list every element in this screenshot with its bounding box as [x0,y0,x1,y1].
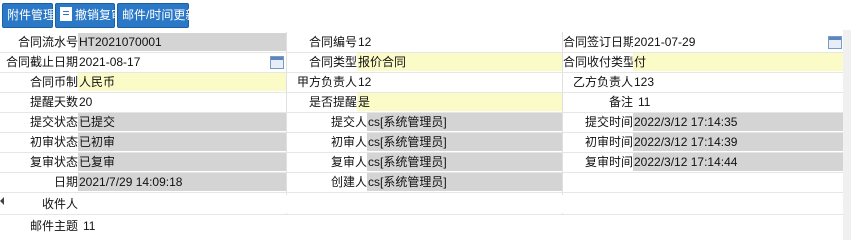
form-row: 合同流水号 HT2021070001 合同编号 12 合同签订日期 2021-0… [0,32,851,53]
second-review-time-field[interactable]: 2022/3/12 17:14:44 [633,153,844,171]
sign-date-label: 合同签订日期 [563,35,633,49]
form-row: 收件人 [0,194,851,215]
first-review-time-label: 初审时间 [584,135,633,149]
recipient-label: 收件人 [41,197,78,211]
is-remind-label: 是否提醒 [308,95,357,109]
party-a-field[interactable]: 12 [357,73,562,91]
remind-days-label: 提醒天数 [29,95,78,109]
attachment-manage-button[interactable]: 附件管理 [2,3,56,28]
vertical-scrollbar[interactable] [843,30,851,240]
contract-serial-label: 合同流水号 [17,35,78,49]
second-review-status-field[interactable]: 已复审 [78,153,286,171]
contract-no-label: 合同编号 [308,35,357,49]
submit-status-field[interactable]: 已提交 [78,113,286,131]
payment-type-label: 合同收付类型 [563,55,633,69]
form-row: 提交状态 已提交 提交人 cs[系统管理员] 提交时间 2022/3/12 17… [0,112,851,133]
contract-serial-field[interactable]: HT2021070001 [78,33,286,51]
collapse-arrow-icon[interactable] [0,197,4,205]
second-review-time-label: 复审时间 [584,155,633,169]
currency-select[interactable]: 人民币 [78,73,286,91]
calendar-icon[interactable] [828,36,842,49]
party-b-label: 乙方负责人 [572,75,633,89]
payment-type-select[interactable]: 付 [633,53,844,71]
form-row: 初审状态 已初审 初审人 cs[系统管理员] 初审时间 2022/3/12 17… [0,132,851,153]
date-label: 日期 [53,175,78,189]
attachment-manage-label: 附件管理 [7,8,56,22]
mail-time-update-button[interactable]: 邮件/时间更新 [117,3,197,28]
form-row: 邮件主题 11 [0,216,851,236]
submitter-label: 提交人 [330,115,367,129]
submit-time-label: 提交时间 [584,115,633,129]
party-b-field[interactable]: 123 [633,73,844,91]
form-row: 复审状态 已复审 复审人 cs[系统管理员] 复审时间 2022/3/12 17… [0,152,851,173]
contract-no-field[interactable]: 12 [357,33,562,51]
second-reviewer-field[interactable]: cs[系统管理员] [367,153,562,171]
recipient-field[interactable] [80,195,841,213]
first-review-time-field[interactable]: 2022/3/12 17:14:39 [633,133,844,151]
mail-subject-label: 邮件主题 [29,219,78,233]
currency-label: 合同币制 [29,75,78,89]
toolbar: 附件管理 撤销复审 邮件/时间更新 [0,0,851,30]
second-review-status-label: 复审状态 [29,155,78,169]
creator-field[interactable]: cs[系统管理员] [367,173,562,191]
mail-time-update-label: 邮件/时间更新 [122,8,198,22]
form-row: 合同截止日期 2021-08-17 合同类型 报价合同 合同收付类型 付 [0,52,851,73]
mail-subject-field[interactable]: 11 [80,217,843,235]
second-reviewer-label: 复审人 [330,155,367,169]
form-row: 日期 2021/7/29 14:09:18 创建人 cs[系统管理员] [0,172,851,193]
first-reviewer-field[interactable]: cs[系统管理员] [367,133,562,151]
document-icon [60,7,72,21]
form-row: 提醒天数 20 是否提醒 是 备注 11 [0,92,851,113]
calendar-icon[interactable] [270,56,284,69]
first-reviewer-label: 初审人 [330,135,367,149]
remark-field[interactable]: 11 [633,93,848,111]
end-date-label: 合同截止日期 [5,55,78,69]
remind-days-field[interactable]: 20 [78,93,286,111]
form-row: 合同币制 人民币 甲方负责人 12 乙方负责人 123 [0,72,851,93]
revoke-review-label: 撤销复审 [75,8,124,22]
first-review-status-label: 初审状态 [29,135,78,149]
party-a-label: 甲方负责人 [296,75,357,89]
date-field[interactable]: 2021/7/29 14:09:18 [78,173,286,191]
submit-time-field[interactable]: 2022/3/12 17:14:35 [633,113,844,131]
sign-date-field[interactable]: 2021-07-29 [633,33,844,51]
submit-status-label: 提交状态 [29,115,78,129]
revoke-review-button[interactable]: 撤销复审 [55,3,123,28]
remark-label: 备注 [608,95,633,109]
is-remind-select[interactable]: 是 [357,93,562,111]
contract-type-select[interactable]: 报价合同 [357,53,562,71]
end-date-field[interactable]: 2021-08-17 [78,53,286,71]
first-review-status-field[interactable]: 已初审 [78,133,286,151]
submitter-field[interactable]: cs[系统管理员] [367,113,562,131]
creator-label: 创建人 [330,175,367,189]
contract-type-label: 合同类型 [308,55,357,69]
